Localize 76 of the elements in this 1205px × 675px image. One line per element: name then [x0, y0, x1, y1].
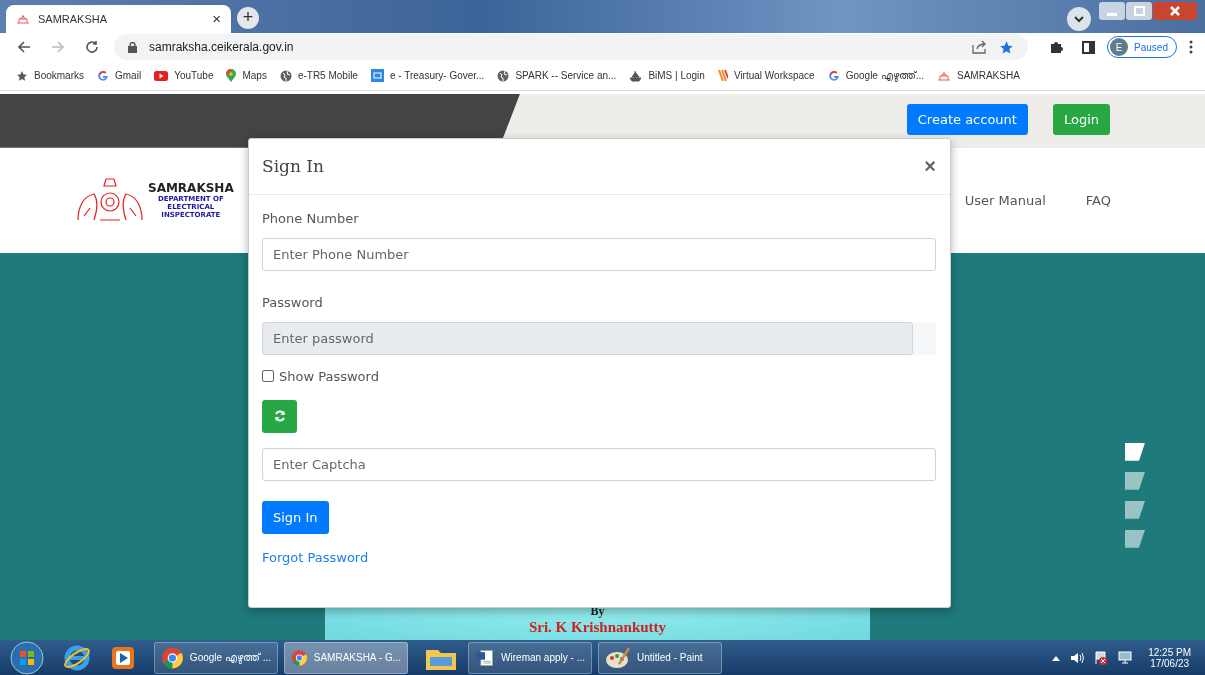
clock-time: 12:25 PM [1148, 646, 1191, 658]
menu-icon[interactable] [1189, 40, 1193, 55]
side-panel-icon[interactable] [1082, 40, 1096, 54]
bookmark-item[interactable]: Bookmarks [16, 69, 84, 82]
chrome-icon [161, 645, 184, 670]
flag-alert-icon[interactable] [1094, 650, 1109, 665]
address-bar[interactable]: samraksha.ceikerala.gov.in [114, 34, 1029, 61]
carousel-indicator[interactable] [1125, 529, 1145, 548]
taskbar-button[interactable]: Wireman apply - ... [468, 641, 592, 674]
nav-link[interactable]: FAQ [1085, 192, 1111, 208]
bookmark-item[interactable]: e-TR5 Mobile [279, 69, 358, 82]
globe-icon [279, 69, 292, 82]
star-icon [16, 69, 28, 82]
phone-input[interactable]: Enter Phone Number [262, 237, 936, 271]
bookmark-item[interactable]: SPARK -- Service an... [497, 69, 617, 82]
nav-link[interactable]: User Manual [964, 192, 1046, 208]
network-icon[interactable] [1118, 651, 1133, 664]
emblem-icon [937, 70, 952, 81]
input-addon [913, 321, 936, 355]
header-button[interactable]: Create account [906, 103, 1028, 135]
bookmark-item[interactable]: BiMS | Login [629, 69, 705, 82]
captcha-input[interactable]: Enter Captcha [262, 447, 936, 481]
bookmark-item[interactable]: SAMRAKSHA [937, 70, 1020, 82]
bookmark-item[interactable]: Google എഴുത്ത്... [827, 69, 925, 82]
bookmark-item[interactable]: Virtual Workspace [717, 69, 815, 83]
field-label: Phone Number [262, 210, 359, 226]
reload-icon[interactable] [84, 39, 100, 56]
close-tab-button[interactable]: × [212, 10, 221, 28]
browser-tab[interactable]: SAMRAKSHA × [6, 4, 231, 33]
map-pin-icon [226, 69, 237, 83]
emblem-icon [16, 13, 30, 24]
site-title: SAMRAKSHA [148, 181, 234, 196]
show-password-checkbox[interactable] [262, 370, 274, 383]
tab-title: SAMRAKSHA [38, 12, 109, 25]
profile-avatar: E [1110, 38, 1129, 57]
star-icon[interactable] [999, 39, 1015, 55]
palette-icon [605, 645, 631, 670]
tab-search-icon[interactable] [1067, 6, 1091, 31]
taskbar-button[interactable]: SAMRAKSHA - G... [284, 641, 408, 674]
forgot-password-link[interactable]: Forgot Password [262, 549, 369, 565]
carousel-indicator[interactable] [1125, 471, 1145, 490]
stripes-icon [717, 69, 728, 83]
ship-icon [629, 69, 643, 82]
carousel-indicator[interactable] [1125, 442, 1145, 461]
square-logo-icon [370, 69, 384, 83]
show-hidden-icons-icon[interactable] [1052, 654, 1061, 661]
taskbar-button[interactable]: Untitled - Paint [598, 641, 722, 674]
taskbar-button[interactable]: Google എഴുത്ത് ... [154, 641, 278, 674]
share-icon[interactable] [972, 40, 988, 55]
checkbox-label: Show Password [279, 368, 379, 384]
media-player-icon[interactable] [110, 644, 136, 671]
new-tab-button[interactable]: + [237, 6, 259, 29]
profile-status: Paused [1134, 41, 1168, 53]
field-label: Password [262, 294, 323, 310]
globe-icon [497, 69, 510, 82]
dialog-title: Sign In [262, 156, 324, 177]
bookmark-item[interactable]: Maps [226, 69, 267, 83]
close-button[interactable]: × [924, 154, 936, 178]
refresh-icon [273, 410, 286, 423]
bookmark-item[interactable]: Gmail [97, 69, 142, 82]
bookmark-item[interactable]: e - Treasury- Gover... [370, 69, 485, 83]
refresh-captcha-button[interactable] [262, 399, 297, 433]
carousel-indicator[interactable] [1125, 500, 1145, 519]
sign-in-button[interactable]: Sign In [262, 500, 329, 534]
start-icon[interactable] [10, 640, 44, 675]
play-icon [154, 70, 169, 81]
banner-name: Sri. K Krishnankutty [528, 619, 667, 637]
puzzle-icon[interactable] [1050, 40, 1065, 55]
close-icon[interactable] [1153, 2, 1197, 20]
lock-icon [128, 41, 137, 53]
speaker-icon[interactable] [1070, 651, 1085, 664]
bookmark-item[interactable]: YouTube [154, 70, 214, 82]
google-g-icon [827, 69, 840, 82]
google-g-icon [97, 69, 109, 82]
url-text: samraksha.ceikerala.gov.in [149, 40, 294, 55]
clock-date: 17/06/23 [1150, 657, 1190, 669]
